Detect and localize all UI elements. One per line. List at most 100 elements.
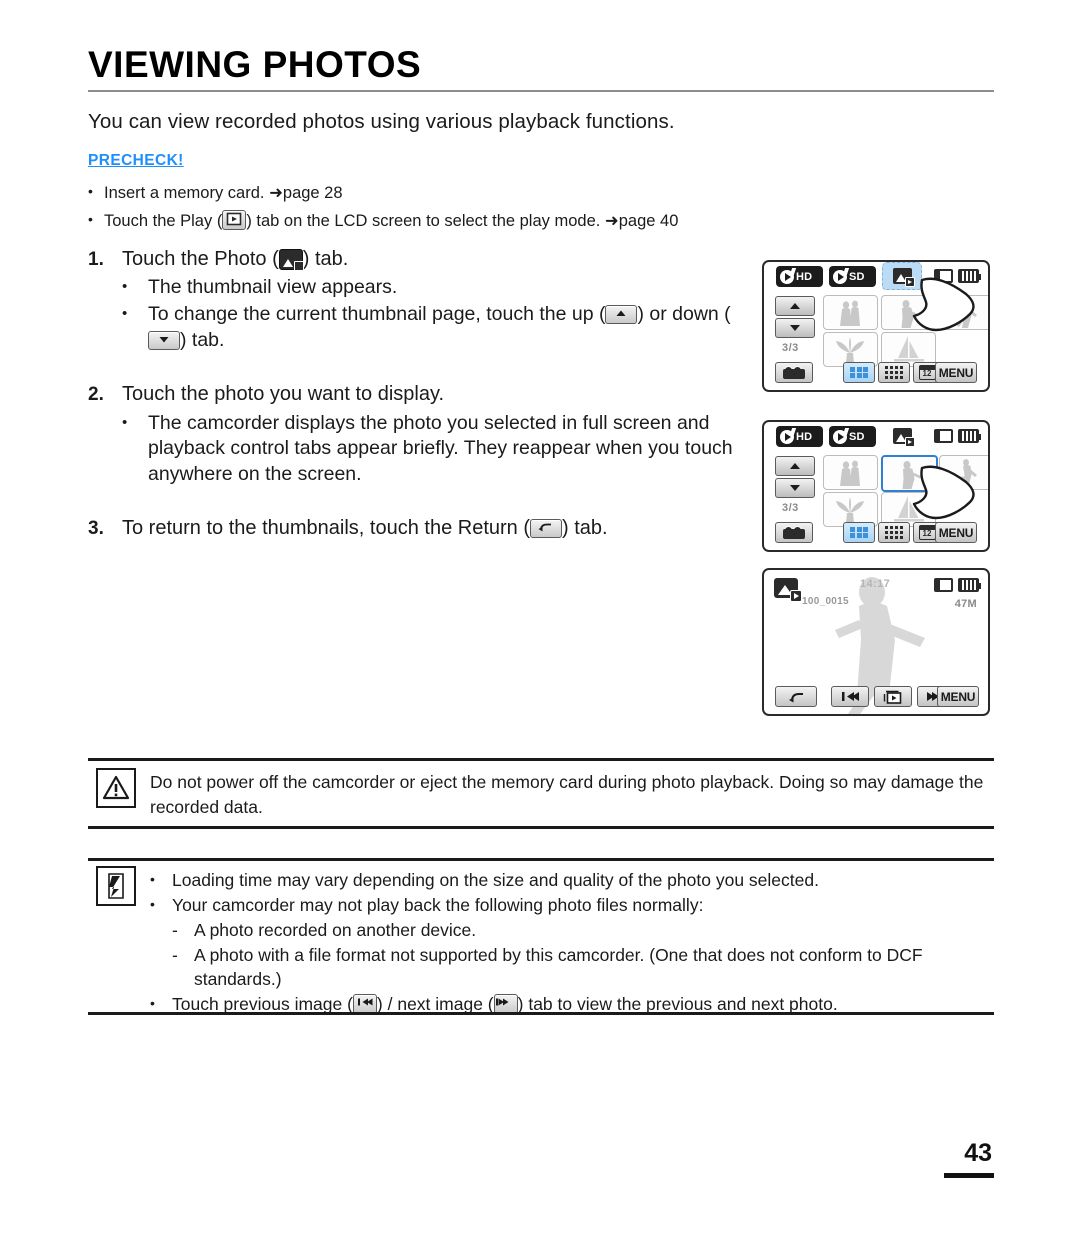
play-hd-tab[interactable]: HD <box>776 426 823 447</box>
step-2-number: 2. <box>88 384 104 406</box>
play-sd-tab[interactable]: SD <box>829 266 876 287</box>
previous-image-button[interactable] <box>831 686 869 707</box>
calendar-icon: 12 <box>918 365 936 380</box>
title-divider <box>88 89 994 92</box>
disc-icon <box>833 427 850 444</box>
play-hd-label: HD <box>796 430 813 443</box>
caution-text: Do not power off the camcorder or eject … <box>150 772 984 817</box>
grid-3x2-view-button[interactable] <box>843 362 875 383</box>
note-item-2: • Your camcorder may not play back the f… <box>150 893 998 918</box>
photo-tab-icon <box>892 268 915 287</box>
precheck-heading: PRECHECK! <box>88 152 184 169</box>
step-3-text: To return to the thumbnails, touch the R… <box>122 515 748 541</box>
thumbnail-dancer[interactable] <box>881 455 938 492</box>
step-1-sub-1-text: The thumbnail view appears. <box>148 276 398 299</box>
play-hd-tab[interactable]: HD <box>776 266 823 287</box>
note-pencil-icon <box>96 866 136 906</box>
note-bottom-rule <box>88 1012 994 1015</box>
play-sd-label: SD <box>849 270 865 283</box>
grid-4x3-view-button[interactable] <box>878 522 910 543</box>
caution-top-rule <box>88 758 994 761</box>
step-1-number: 1. <box>88 249 104 270</box>
precheck-item-1-text: Insert a memory card. ➜page 28 <box>104 182 343 204</box>
photo-tab-icon <box>278 249 304 271</box>
lcd-screen-thumbnail-photo-selected: HD SD 3/3 12 MENU <box>762 420 990 552</box>
step-3-number: 3. <box>88 518 104 540</box>
photo-file-name: 100_0015 <box>802 596 849 607</box>
step-1-text: Touch the Photo ( ) tab. <box>122 246 748 272</box>
battery-icon <box>958 269 981 283</box>
bullet: • <box>150 895 155 912</box>
step-1-sub-1: • The thumbnail view appears. <box>122 275 748 301</box>
thumbnail-couple[interactable] <box>823 455 878 490</box>
memory-card-icon <box>934 269 953 283</box>
thumbnail-page-up-button[interactable] <box>775 296 815 316</box>
thumbnail-page-down-button[interactable] <box>775 478 815 498</box>
page-title: VIEWING PHOTOS <box>88 44 422 85</box>
grid-3x2-view-button[interactable] <box>843 522 875 543</box>
video-mode-button[interactable] <box>775 362 813 383</box>
photo-tab-icon <box>892 428 915 447</box>
thumbnail-page-up-button[interactable] <box>775 456 815 476</box>
video-mode-button[interactable] <box>775 522 813 543</box>
menu-button[interactable]: MENU <box>935 362 977 383</box>
note-list: • Loading time may vary depending on the… <box>150 868 998 1017</box>
thumbnail-dancer[interactable] <box>881 295 936 330</box>
thumbnail-runner[interactable] <box>939 455 988 490</box>
play-sd-tab[interactable]: SD <box>829 426 876 447</box>
note-subitem-2: - A photo with a file format not support… <box>172 943 998 993</box>
bullet: • <box>150 871 155 887</box>
step-2-sublist: • The camcorder displays the photo you s… <box>122 411 748 489</box>
play-hd-label: HD <box>796 270 813 283</box>
photo-playback-icon <box>774 578 802 602</box>
grid-4x3-icon <box>884 525 904 540</box>
intro-text: You can view recorded photos using vario… <box>88 110 675 133</box>
mode-tab-row: HD SD <box>764 262 988 292</box>
memory-card-icon <box>934 578 953 592</box>
menu-button[interactable]: MENU <box>937 686 979 707</box>
note-item-2-text: Your camcorder may not play back the fol… <box>172 894 704 915</box>
note-item-1: • Loading time may vary depending on the… <box>150 868 998 893</box>
menu-button[interactable]: MENU <box>935 522 977 543</box>
step-1-sub-2-mid: ) or down ( <box>637 303 731 326</box>
play-icon <box>222 210 247 231</box>
bullet: • <box>88 211 93 228</box>
step-3-lead: To return to the thumbnails, touch the R… <box>122 517 530 540</box>
thumbnail-page-indicator: 3/3 <box>782 342 799 354</box>
bullet: • <box>122 413 128 431</box>
bullet: • <box>122 278 128 296</box>
camcorder-icon <box>783 526 805 539</box>
precheck-item-2-ref: page 40 <box>618 212 679 231</box>
down-arrow-icon <box>148 331 180 351</box>
disc-icon <box>780 267 797 284</box>
note-top-rule <box>88 858 994 861</box>
photo-tab[interactable] <box>882 422 922 450</box>
precheck-list: • Insert a memory card. ➜page 28 • Touch… <box>88 182 848 239</box>
step-1-sublist: • The thumbnail view appears. • To chang… <box>122 275 748 354</box>
note-subitem-1-text: A photo recorded on another device. <box>194 919 477 940</box>
thumbnail-runner[interactable] <box>939 295 988 330</box>
step-1-sub-2: • To change the current thumbnail page, … <box>122 302 748 354</box>
thumbnail-page-down-button[interactable] <box>775 318 815 338</box>
return-button[interactable] <box>775 686 817 707</box>
disc-icon <box>780 427 797 444</box>
thumbnail-page-indicator: 3/3 <box>782 502 799 514</box>
step-3-body: To return to the thumbnails, touch the R… <box>122 515 748 541</box>
grid-4x3-view-button[interactable] <box>878 362 910 383</box>
step-1-body: Touch the Photo ( ) tab. • The thumbnail… <box>122 246 748 355</box>
memory-card-icon <box>934 429 953 443</box>
step-2: 2. Touch the photo you want to display. … <box>88 381 748 489</box>
grid-4x3-icon <box>884 365 904 380</box>
precheck-item-1-ref: page 28 <box>282 184 343 202</box>
step-1-sub-2-tail: ) tab. <box>180 329 225 352</box>
caution-bottom-rule <box>88 826 994 829</box>
battery-icon <box>958 429 981 443</box>
step-1-sub-2-text: To change the current thumbnail page, to… <box>148 302 748 354</box>
note-subitem-1: - A photo recorded on another device. <box>172 918 998 943</box>
lcd-screen-thumbnail-view-tab-highlight: HD SD 3/3 12 MENU <box>762 260 990 392</box>
thumbnail-couple[interactable] <box>823 295 878 330</box>
slideshow-button[interactable] <box>874 686 912 707</box>
step-2-text: Touch the photo you want to display. <box>122 383 445 406</box>
photo-tab[interactable] <box>882 262 922 290</box>
status-icon-group <box>934 269 981 283</box>
